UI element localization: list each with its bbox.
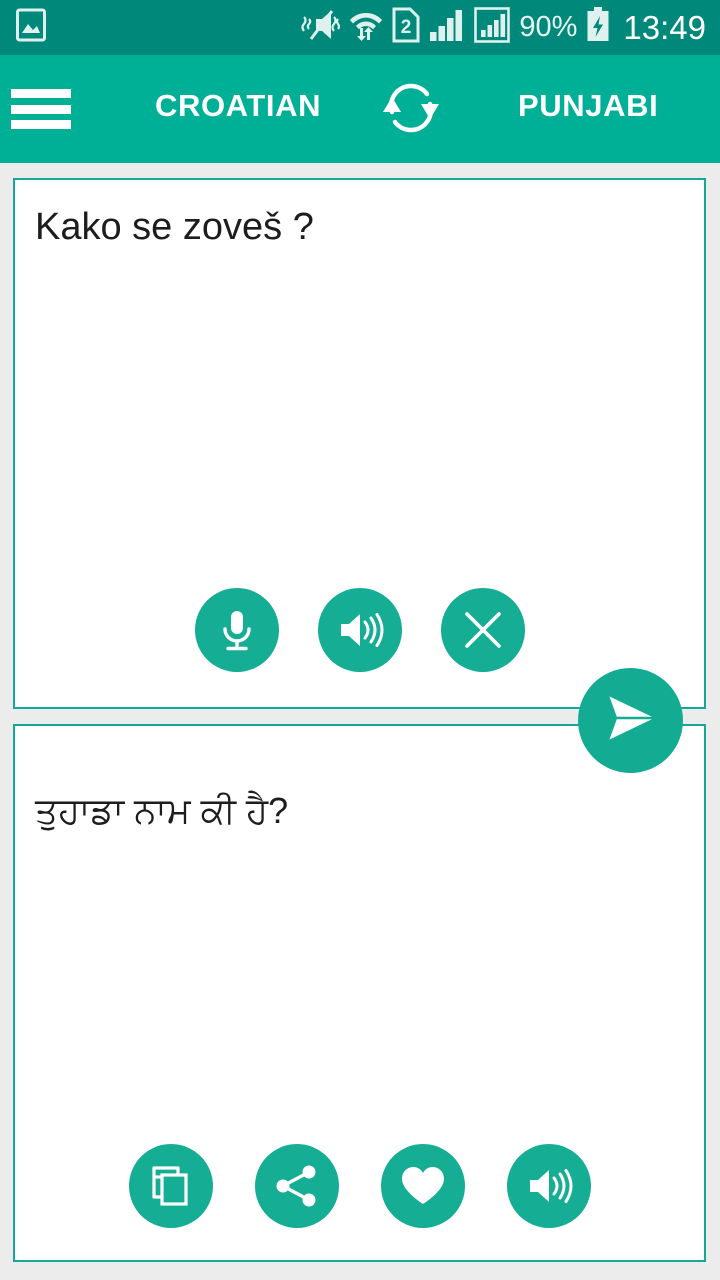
- share-icon: [274, 1163, 320, 1209]
- status-bar-right-icons: 2 90% 13:49: [300, 7, 706, 48]
- target-text: ਤੁਹਾਡਾ ਨਾਮ ਕੀ ਹੈ?: [35, 790, 289, 831]
- target-action-buttons: [15, 1144, 704, 1228]
- sim-2-icon: 2: [392, 7, 420, 48]
- microphone-icon: [215, 606, 259, 654]
- status-bar: 2 90% 13:49: [0, 0, 720, 55]
- share-button[interactable]: [254, 1144, 339, 1228]
- swap-languages-icon[interactable]: [377, 76, 445, 140]
- signal-bars-boxed-icon: [474, 7, 511, 48]
- status-bar-left-icons: [16, 7, 46, 48]
- clear-text-button[interactable]: [440, 588, 525, 672]
- hamburger-menu-icon[interactable]: [11, 89, 71, 129]
- translator-app-screen: 2 90% 13:49 CROATIAN PUNJABI Kako se zov…: [0, 0, 720, 1280]
- translate-send-button[interactable]: [578, 668, 683, 773]
- source-text-card[interactable]: Kako se zoveš ?: [13, 178, 706, 709]
- svg-text:2: 2: [401, 17, 412, 38]
- battery-percent-label: 90%: [519, 11, 578, 43]
- clock-label: 13:49: [623, 9, 706, 46]
- favorite-button[interactable]: [380, 1144, 465, 1228]
- heart-icon: [399, 1164, 447, 1208]
- vibrate-mute-icon: [300, 8, 341, 47]
- speak-target-button[interactable]: [506, 1144, 591, 1228]
- target-language-selector[interactable]: PUNJABI: [518, 88, 658, 124]
- speaker-icon: [525, 1164, 573, 1208]
- microphone-button[interactable]: [194, 588, 279, 672]
- signal-bars-icon: [429, 8, 465, 47]
- battery-charging-icon: [586, 7, 610, 48]
- target-text-card[interactable]: ਤੁਹਾਡਾ ਨਾਮ ਕੀ ਹੈ?: [13, 724, 706, 1262]
- gallery-image-icon: [16, 7, 46, 48]
- copy-icon: [148, 1163, 194, 1209]
- speak-source-button[interactable]: [317, 588, 402, 672]
- source-action-buttons: [15, 588, 704, 672]
- copy-button[interactable]: [128, 1144, 213, 1228]
- wifi-data-transfer-icon: [349, 7, 383, 48]
- speaker-icon: [336, 608, 384, 652]
- close-icon: [461, 608, 505, 652]
- source-language-selector[interactable]: CROATIAN: [155, 88, 321, 124]
- source-text[interactable]: Kako se zoveš ?: [35, 204, 684, 252]
- send-paper-plane-icon: [599, 689, 663, 752]
